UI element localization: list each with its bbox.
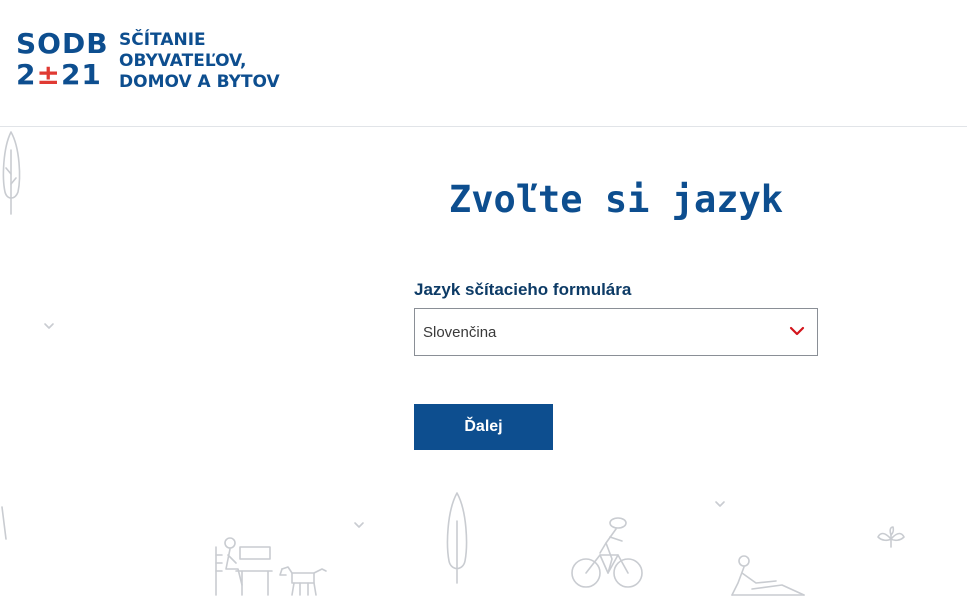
plant-stalk-icon (1, 506, 7, 540)
sodb-logo[interactable]: SODB 2±21 SČÍTANIE OBYVATEĽOV, DOMOV A B… (16, 28, 280, 93)
logo-mark-bottom: 2±21 (16, 59, 104, 90)
logo-text-line-1: SČÍTANIE (119, 30, 206, 50)
page-title: Zvoľte si jazyk (448, 178, 784, 221)
chevron-down-icon (789, 326, 805, 336)
person-reclining-icon (731, 555, 805, 596)
chevron-down-icon (715, 501, 725, 507)
person-on-bench-icon (215, 537, 273, 596)
logo-mark-bottom-left: 2 (16, 58, 37, 91)
plant-icon (877, 526, 905, 548)
dog-icon (279, 566, 327, 596)
logo-mark-top: SODB (16, 27, 109, 60)
next-button[interactable]: Ďalej (414, 404, 553, 450)
tree-icon (446, 492, 468, 584)
logo-mark-symbol: ± (36, 58, 61, 91)
language-select[interactable]: Slovenčina (414, 308, 818, 356)
language-select-value: Slovenčina (423, 324, 497, 341)
cyclist-icon (571, 517, 643, 588)
header: SODB 2±21 SČÍTANIE OBYVATEĽOV, DOMOV A B… (0, 0, 967, 127)
language-field-label: Jazyk sčítacieho formulára (414, 280, 632, 299)
logo-mark-bottom-right: 21 (60, 58, 102, 91)
logo-text-line-2: OBYVATEĽOV, (119, 51, 247, 71)
logo-text: SČÍTANIE OBYVATEĽOV, DOMOV A BYTOV (119, 30, 280, 93)
logo-mark: SODB 2±21 (16, 27, 109, 90)
page: SODB 2±21 SČÍTANIE OBYVATEĽOV, DOMOV A B… (0, 0, 967, 599)
tree-icon (2, 131, 21, 215)
logo-text-line-3: DOMOV A BYTOV (119, 72, 280, 92)
chevron-down-icon (354, 522, 364, 528)
chevron-down-icon (44, 323, 54, 329)
